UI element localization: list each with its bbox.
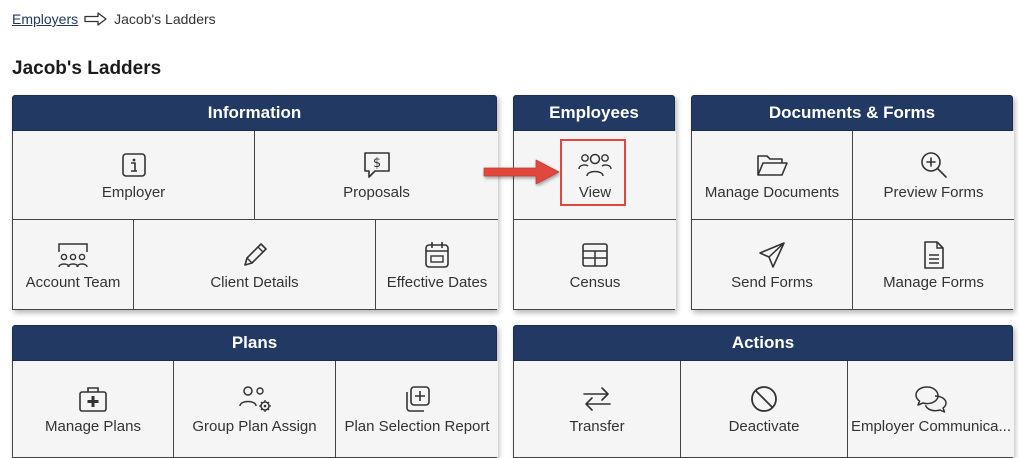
zoom-in-icon	[919, 149, 949, 181]
view-label: View	[578, 184, 612, 201]
plan-selection-report-tile[interactable]: Plan Selection Report	[336, 361, 498, 457]
manage-documents-tile[interactable]: Manage Documents	[692, 131, 853, 220]
deactivate-label: Deactivate	[728, 418, 800, 435]
group-plan-assign-tile[interactable]: Group Plan Assign	[174, 361, 336, 457]
information-panel: Information Employer $ Proposals Account…	[12, 95, 498, 310]
arrow-right-icon	[84, 12, 108, 26]
manage-plans-label: Manage Plans	[45, 418, 141, 435]
preview-forms-tile[interactable]: Preview Forms	[853, 131, 1014, 220]
effective-dates-label: Effective Dates	[386, 273, 488, 291]
ban-icon	[749, 383, 779, 415]
proposals-tile[interactable]: $ Proposals	[255, 131, 498, 220]
documents-panel-header: Documents & Forms	[691, 95, 1013, 131]
transfer-tile[interactable]: Transfer	[514, 361, 681, 457]
account-team-label: Account Team	[25, 273, 121, 291]
actions-panel: Actions Transfer Deactivate Employer Com…	[513, 325, 1014, 458]
information-panel-header: Information	[12, 95, 497, 131]
paper-plane-icon	[757, 239, 787, 271]
employees-panel-header: Employees	[513, 95, 675, 131]
dollar-speech-icon: $	[362, 149, 392, 181]
annotation-arrow	[480, 157, 562, 187]
transfer-label: Transfer	[569, 418, 625, 435]
breadcrumb: Employers Jacob's Ladders	[12, 11, 216, 27]
svg-text:$: $	[372, 156, 380, 171]
table-icon	[580, 239, 610, 271]
employees-panel: Employees View Census	[513, 95, 676, 310]
info-icon	[121, 149, 147, 181]
team-icon	[55, 239, 91, 271]
calendar-icon	[423, 239, 451, 271]
employer-tile[interactable]: Employer	[13, 131, 255, 220]
send-forms-tile[interactable]: Send Forms	[692, 220, 853, 309]
manage-forms-tile[interactable]: Manage Forms	[853, 220, 1014, 309]
client-details-label: Client Details	[210, 273, 299, 291]
actions-panel-header: Actions	[513, 325, 1013, 361]
users-gear-icon	[236, 383, 274, 415]
manage-documents-label: Manage Documents	[704, 184, 840, 201]
documents-panel: Documents & Forms Manage Documents Previ…	[691, 95, 1014, 310]
client-details-tile[interactable]: Client Details	[134, 220, 376, 309]
employer-label: Employer	[101, 184, 166, 201]
folder-open-icon	[755, 149, 789, 181]
manage-forms-label: Manage Forms	[883, 273, 984, 291]
users-icon	[577, 149, 613, 181]
plans-panel: Plans Manage Plans Group Plan Assign Pla…	[12, 325, 498, 458]
document-icon	[921, 239, 947, 271]
preview-forms-label: Preview Forms	[883, 184, 984, 201]
medical-kit-icon	[78, 383, 108, 415]
pencil-icon	[240, 239, 270, 271]
send-forms-label: Send Forms	[731, 273, 813, 291]
account-team-tile[interactable]: Account Team	[13, 220, 134, 309]
census-label: Census	[569, 273, 621, 291]
plan-selection-report-label: Plan Selection Report	[344, 418, 490, 435]
manage-plans-tile[interactable]: Manage Plans	[13, 361, 174, 457]
census-tile[interactable]: Census	[514, 220, 676, 309]
employer-communications-label: Employer Communica...	[850, 418, 1012, 435]
group-plan-assign-label: Group Plan Assign	[192, 418, 317, 435]
breadcrumb-employers-link[interactable]: Employers	[12, 11, 78, 27]
plans-panel-header: Plans	[12, 325, 497, 361]
copy-plus-icon	[402, 383, 432, 415]
employer-communications-tile[interactable]: Employer Communica...	[848, 361, 1014, 457]
chat-bubbles-icon	[913, 383, 949, 415]
transfer-arrows-icon	[581, 383, 613, 415]
page-title: Jacob's Ladders	[12, 58, 162, 79]
breadcrumb-current: Jacob's Ladders	[114, 11, 216, 27]
effective-dates-tile[interactable]: Effective Dates	[376, 220, 498, 309]
deactivate-tile[interactable]: Deactivate	[681, 361, 848, 457]
proposals-label: Proposals	[343, 184, 410, 201]
